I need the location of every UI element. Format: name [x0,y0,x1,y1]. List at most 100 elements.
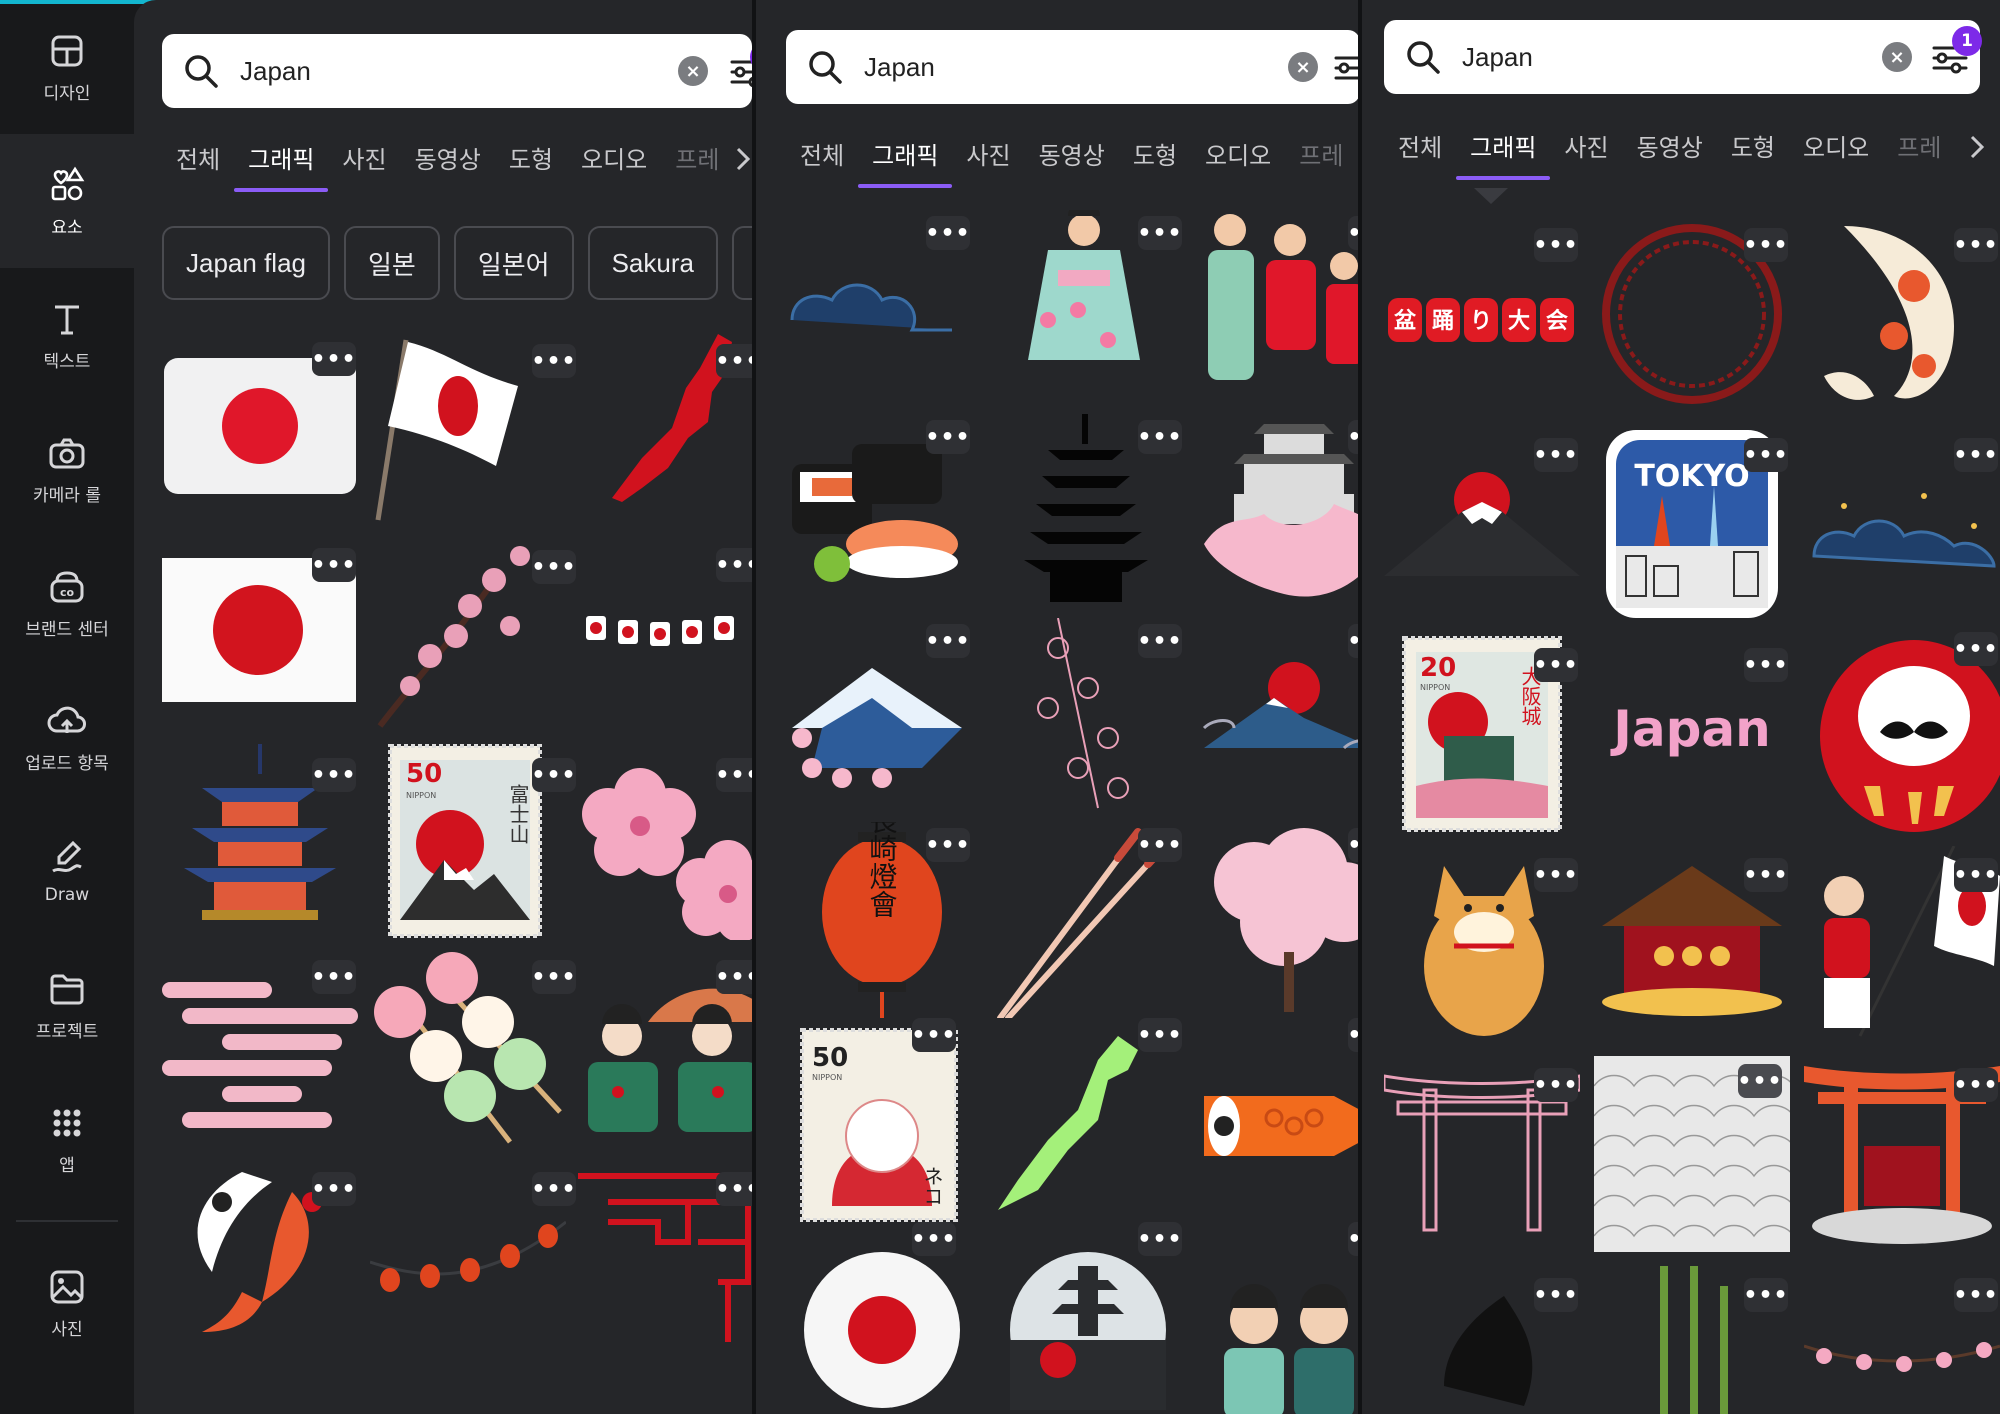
result-fuji-sakura[interactable]: ••• [782,618,978,814]
rail-item-uploads[interactable]: 업로드 항목 [0,670,134,804]
more-options-button[interactable]: ••• [1533,1278,1578,1312]
tab-photos[interactable]: 사진 [952,128,1024,178]
more-options-button[interactable]: ••• [911,1018,956,1052]
result-koi-fish[interactable]: ••• [1804,216,2000,412]
more-options-button[interactable]: ••• [1953,228,1998,262]
tab-videos[interactable]: 동영상 [1623,120,1717,170]
result-koinobori[interactable]: ••• [1194,1018,1360,1222]
more-options-button[interactable]: ••• [1953,438,1998,472]
more-options-button[interactable]: ••• [531,960,576,994]
rail-item-projects[interactable]: 프로젝트 [0,938,134,1072]
more-options-button[interactable]: ••• [531,550,576,584]
more-options-button[interactable]: ••• [925,624,970,658]
result-bamboo[interactable]: ••• [1594,1266,1790,1414]
tab-all[interactable]: 전체 [162,132,234,182]
more-options-button[interactable]: ••• [715,1172,752,1206]
chevron-right-icon[interactable] [1968,134,1986,160]
more-options-button[interactable]: ••• [715,960,752,994]
result-pagoda-silhouette[interactable]: ••• [988,414,1184,610]
result-japan-flag-square[interactable]: ••• [162,548,358,752]
result-dango[interactable]: ••• [370,952,576,1148]
more-options-button[interactable]: ••• [1137,420,1182,454]
more-options-button[interactable]: ••• [531,344,576,378]
rail-item-apps[interactable]: 앱 [0,1072,134,1206]
search-bar[interactable]: Japan × 1 [162,34,752,108]
more-options-button[interactable]: ••• [1743,858,1788,892]
more-options-button[interactable]: ••• [1743,438,1788,472]
chip-japan-flag[interactable]: Japan flag [162,226,330,300]
more-options-button[interactable]: ••• [911,1222,956,1256]
search-input[interactable]: Japan [240,56,311,87]
result-lucky-cat-stamp[interactable]: 50 NIPPON ネコ ••• [782,1018,978,1222]
result-red-ring[interactable]: ••• [1594,216,1790,412]
tab-frames[interactable]: 프레 [661,132,733,182]
rail-item-elements[interactable]: 요소 [0,134,134,268]
result-tree-silhouette[interactable]: ••• [1384,1266,1580,1414]
result-daruma[interactable]: ••• [1804,632,2000,832]
tab-frames[interactable]: 프레 [1285,128,1357,178]
search-input[interactable]: Japan [1462,42,1533,73]
filter-icon[interactable] [728,52,752,92]
result-pagoda-circle[interactable]: ••• [988,1222,1184,1414]
result-geisha-umbrella[interactable]: ••• [578,952,752,1148]
more-options-button[interactable]: ••• [1533,1068,1578,1102]
more-options-button[interactable]: ••• [1953,1278,1998,1312]
more-options-button[interactable]: ••• [311,960,356,994]
more-options-button[interactable]: ••• [1533,648,1578,682]
more-options-button[interactable]: ••• [1137,216,1182,250]
tab-audio[interactable]: 오디오 [1191,128,1285,178]
rail-item-draw[interactable]: Draw [0,804,134,938]
result-fuji-sunrise[interactable]: ••• [1194,618,1360,814]
more-options-button[interactable]: ••• [1137,1018,1182,1052]
clear-search-icon[interactable]: × [1882,42,1912,72]
rail-item-photos[interactable]: 사진 [0,1236,134,1370]
result-chopsticks[interactable]: ••• [988,822,1184,1021]
clear-search-icon[interactable]: × [678,56,708,86]
tab-videos[interactable]: 동영상 [401,132,495,182]
tab-frames[interactable]: 프레 [1883,120,1955,170]
chip-ilbon[interactable]: 일본 [343,226,440,300]
more-options-button[interactable]: ••• [1743,648,1788,682]
clear-search-icon[interactable]: × [1288,52,1318,82]
result-kimono-couple[interactable]: ••• [1194,1222,1360,1414]
tab-all[interactable]: 전체 [1384,120,1456,170]
result-nagasaki-lantern[interactable]: 長崎燈會 ••• [782,806,978,1018]
result-tokyo-badge[interactable]: TOKYO ••• [1594,426,1790,622]
more-options-button[interactable]: ••• [925,420,970,454]
result-pink-clouds[interactable]: ••• [162,952,358,1148]
search-bar[interactable]: Japan × 1 [1384,20,1982,94]
rail-item-text[interactable]: 텍스트 [0,268,134,402]
tab-videos[interactable]: 동영상 [1025,128,1119,178]
search-bar[interactable]: Japan × [786,30,1360,104]
tab-audio[interactable]: 오디오 [1789,120,1883,170]
more-options-button[interactable]: ••• [715,758,752,792]
result-japan-wordmark[interactable]: Japan ••• [1594,636,1790,832]
more-options-button[interactable]: ••• [1743,228,1788,262]
result-kimono-family[interactable]: ••• [1194,210,1360,406]
more-options-button[interactable]: ••• [1953,632,1998,666]
result-boy-with-flag[interactable]: ••• [1804,845,2000,1042]
more-options-button[interactable]: ••• [1953,858,1998,892]
more-options-button[interactable]: ••• [1533,858,1578,892]
result-sakura-tree[interactable]: ••• [1194,822,1360,1018]
more-options-button[interactable]: ••• [1137,828,1182,862]
result-osaka-stamp[interactable]: 20 NIPPON 大阪城 ••• [1384,636,1580,832]
more-options-button[interactable]: ••• [311,548,356,582]
more-options-button[interactable]: ••• [1137,1222,1182,1256]
more-options-button[interactable]: ••• [1533,228,1578,262]
chip-more[interactable] [731,226,752,300]
result-red-pattern[interactable]: ••• [578,1152,752,1348]
result-sakura-flowers[interactable]: ••• [578,744,752,942]
result-japan-map-red[interactable]: ••• [578,330,752,526]
more-options-button[interactable]: ••• [1953,1068,1998,1102]
more-options-button[interactable]: ••• [715,548,752,582]
rail-item-brand[interactable]: co 브랜드 센터 [0,536,134,670]
result-japan-map-green[interactable]: ••• [988,1018,1184,1222]
more-options-button[interactable]: ••• [1737,1064,1782,1098]
result-pagoda-color[interactable]: ••• [162,744,358,940]
more-options-button[interactable]: ••• [925,216,970,250]
tab-photos[interactable]: 사진 [1550,120,1622,170]
result-flag-circle[interactable]: ••• [782,1222,978,1414]
tab-all[interactable]: 전체 [786,128,858,178]
tab-audio[interactable]: 오디오 [567,132,661,182]
